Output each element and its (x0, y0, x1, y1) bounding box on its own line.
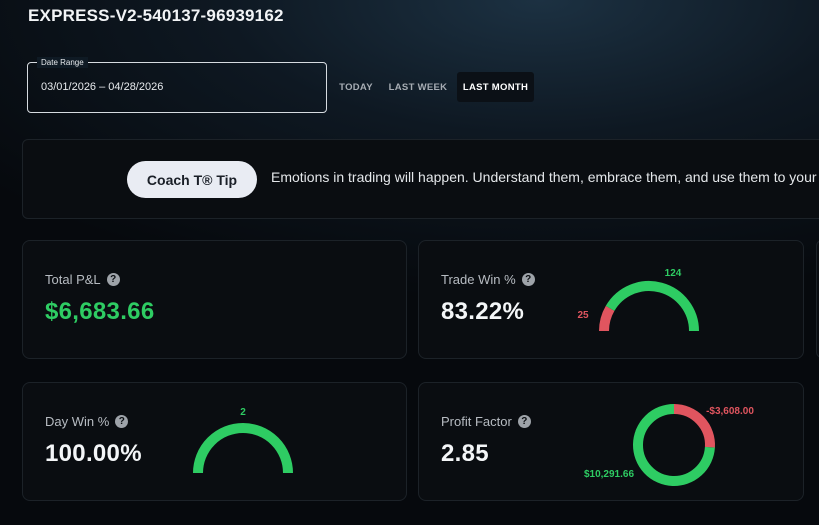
tip-text: Emotions in trading will happen. Underst… (271, 169, 819, 185)
total-pnl-label: Total P&L ? (45, 272, 120, 287)
day-win-value: 100.00% (45, 440, 142, 467)
trade-win-win-arc (605, 281, 699, 332)
today-button[interactable]: TODAY (334, 72, 378, 102)
trade-win-label: Trade Win % ? (441, 272, 535, 287)
coach-tip-button[interactable]: Coach T® Tip (127, 161, 257, 198)
day-win-label: Day Win % ? (45, 414, 129, 429)
help-icon[interactable]: ? (115, 415, 129, 428)
last-month-button[interactable]: LAST MONTH (457, 72, 534, 102)
day-win-label-text: Day Win % (45, 414, 110, 429)
trade-win-wins-label: 124 (665, 268, 682, 279)
trade-win-losses-label: 25 (577, 310, 589, 321)
trade-win-gauge: 124 25 (577, 268, 699, 332)
profit-factor-label: Profit Factor ? (441, 414, 531, 429)
tip-panel: Coach T® Tip Emotions in trading will ha… (22, 139, 819, 219)
profit-factor-loss-arc (673, 404, 715, 448)
trade-win-loss-arc (599, 305, 615, 332)
day-win-card: Day Win % ? 100.00% 2 (22, 382, 407, 501)
profit-factor-value: 2.85 (441, 440, 489, 467)
trade-win-label-text: Trade Win % (441, 272, 516, 287)
date-range-field[interactable]: Date Range 03/01/2026 – 04/28/2026 (27, 57, 327, 113)
profit-factor-profit-label: $10,291.66 (584, 469, 634, 480)
total-pnl-card: Total P&L ? $6,683.66 (22, 240, 407, 359)
total-pnl-value: $6,683.66 (45, 298, 155, 325)
day-win-wins-label: 2 (240, 407, 246, 418)
profit-factor-card: Profit Factor ? 2.85 -$3,608.00 $10,291.… (418, 382, 804, 501)
date-range-legend: Date Range (37, 57, 88, 68)
profit-factor-label-text: Profit Factor (441, 414, 512, 429)
day-win-gauge: 2 (193, 407, 293, 474)
help-icon[interactable]: ? (517, 415, 531, 428)
help-icon[interactable]: ? (521, 273, 535, 286)
help-icon[interactable]: ? (106, 273, 120, 286)
date-range-value: 03/01/2026 – 04/28/2026 (41, 81, 164, 93)
profit-factor-loss-label: -$3,608.00 (706, 406, 754, 417)
day-win-win-arc (193, 423, 293, 474)
trade-win-value: 83.22% (441, 298, 525, 325)
trade-win-card: Trade Win % ? 83.22% 124 25 (418, 240, 804, 359)
last-week-button[interactable]: LAST WEEK (384, 72, 452, 102)
account-title: EXPRESS-V2-540137-96939162 (28, 6, 284, 25)
profit-factor-donut: -$3,608.00 $10,291.66 (584, 404, 754, 486)
total-pnl-label-text: Total P&L (45, 272, 101, 287)
